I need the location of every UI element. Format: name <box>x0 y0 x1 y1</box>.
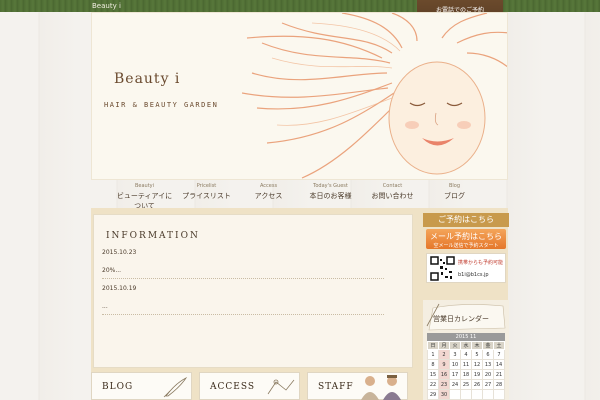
flowing-hair-face-illustration <box>242 13 507 179</box>
calendar-day: 17 <box>449 369 461 380</box>
staff-photo <box>361 375 401 400</box>
nav-item-label[interactable]: お問い合わせ <box>362 191 424 201</box>
mobile-qr-box[interactable]: 携帯からも予約可能 b1i@b1cs.jp <box>426 253 506 283</box>
site-header-bar: Beauty i <box>0 0 600 12</box>
calendar-day: 16 <box>438 369 450 380</box>
hero-banner: Beauty i HAIR & BEAUTY GARDEN <box>91 12 508 180</box>
calendar-day: 10 <box>449 359 461 370</box>
nav-item-todays-guest[interactable]: Today's Guest 本日のお客様 <box>300 183 362 205</box>
weekday-label: 水 <box>460 341 472 350</box>
weekday-label: 火 <box>449 341 461 350</box>
map-icon <box>267 379 295 395</box>
mail-button-label[interactable]: メール予約はこちら <box>426 229 506 242</box>
nav-item-en: Contact <box>382 183 403 189</box>
calendar-day: 8 <box>427 359 439 370</box>
calendar-day: 2 <box>438 349 450 360</box>
calendar-day: 9 <box>438 359 450 370</box>
calendar-day <box>482 389 494 400</box>
qr-caption: 携帯からも予約可能 <box>458 260 504 266</box>
site-tagline: HAIR & BEAUTY GARDEN <box>104 101 219 109</box>
mail-reservation-button[interactable]: メール予約はこちら 空メール送信で予約スタート <box>426 229 506 249</box>
calendar-day: 27 <box>482 379 494 390</box>
access-card-title[interactable]: ACCESS <box>210 382 255 392</box>
calendar-day <box>449 389 461 400</box>
quill-icon <box>163 376 188 398</box>
calendar-day <box>493 389 505 400</box>
weekday-label: 日 <box>427 341 439 350</box>
news-item[interactable]: 2015.10.23 20%... <box>102 249 384 279</box>
nav-item-label[interactable]: 本日のお客様 <box>300 191 362 201</box>
calendar-day: 11 <box>460 359 472 370</box>
mail-button-sub: 空メール送信で予約スタート <box>433 243 499 249</box>
calendar-day: 1 <box>427 349 439 360</box>
weekday-label: 土 <box>493 341 505 350</box>
calendar-day: 29 <box>427 389 439 400</box>
reservation-sidebar: ご予約はこちら メール予約はこちら 空メール送信で予約スタート 携帯からも予約可… <box>423 213 509 283</box>
weekday-label: 金 <box>482 341 494 350</box>
nav-item-label[interactable]: ブログ <box>424 191 486 201</box>
qr-code-icon <box>430 256 455 281</box>
calendar-day: 12 <box>471 359 483 370</box>
calendar-day: 13 <box>482 359 494 370</box>
nav-item-blog[interactable]: Blog ブログ <box>424 183 486 205</box>
calendar-day <box>460 389 472 400</box>
nav-item-label[interactable]: プライスリスト <box>176 191 238 201</box>
news-body[interactable]: 20%... <box>102 267 384 279</box>
calendar-day: 19 <box>471 369 483 380</box>
blog-card[interactable]: BLOG <box>91 372 192 400</box>
calendar-day: 4 <box>460 349 472 360</box>
nav-item-en: Pricelist <box>196 183 217 189</box>
calendar-grid: 2015 11 日 月 火 水 木 金 土 1 2 3 4 5 6 7 8 9 … <box>427 333 505 400</box>
calendar-day: 15 <box>427 369 439 380</box>
access-card[interactable]: ACCESS <box>199 372 300 400</box>
news-date: 2015.10.19 <box>102 285 137 292</box>
nav-item-pricelist[interactable]: Pricelist プライスリスト <box>176 183 238 205</box>
nav-item-about[interactable]: Beautyi ビューティアイについて <box>114 183 176 210</box>
nav-item-en: Blog <box>448 183 461 189</box>
calendar-day: 26 <box>471 379 483 390</box>
staff-card-title[interactable]: STAFF <box>318 382 354 392</box>
calendar-day: 6 <box>482 349 494 360</box>
main-navigation: Beautyi ビューティアイについて Pricelist プライスリスト Ac… <box>91 183 508 210</box>
site-logo[interactable]: Beauty i <box>114 71 180 87</box>
nav-item-contact[interactable]: Contact お問い合わせ <box>362 183 424 205</box>
information-panel: INFORMATION 2015.10.23 20%... 2015.10.19… <box>93 214 413 368</box>
calendar-day: 25 <box>460 379 472 390</box>
calendar-day: 7 <box>493 349 505 360</box>
site-name[interactable]: Beauty i <box>92 2 121 10</box>
calendar-day: 30 <box>438 389 450 400</box>
calendar-day: 3 <box>449 349 461 360</box>
weekday-label: 木 <box>471 341 483 350</box>
feature-cards: BLOG ACCESS STAFF <box>91 372 416 400</box>
calendar-day: 20 <box>482 369 494 380</box>
nav-item-access[interactable]: Access アクセス <box>238 183 300 205</box>
news-item[interactable]: 2015.10.19 ... <box>102 285 384 315</box>
calendar-title: 営業日カレンダー <box>433 315 489 323</box>
calendar-day: 14 <box>493 359 505 370</box>
news-date: 2015.10.23 <box>102 249 137 256</box>
nav-item-en: Access <box>259 183 278 189</box>
calendar-month: 2015 11 <box>427 333 505 341</box>
calendar-day: 23 <box>438 379 450 390</box>
weekday-label: 月 <box>438 341 450 350</box>
nav-item-en: Beautyi <box>134 183 155 189</box>
calendar-day: 21 <box>493 369 505 380</box>
blog-card-title[interactable]: BLOG <box>102 382 133 392</box>
calendar-day <box>471 389 483 400</box>
news-body[interactable]: ... <box>102 303 384 315</box>
qr-url[interactable]: b1i@b1cs.jp <box>458 272 489 278</box>
calendar-day: 28 <box>493 379 505 390</box>
staff-card[interactable]: STAFF <box>307 372 408 400</box>
nav-item-en: Today's Guest <box>313 183 348 189</box>
calendar-day: 18 <box>460 369 472 380</box>
calendar-day: 5 <box>471 349 483 360</box>
calendar-day: 24 <box>449 379 461 390</box>
information-title: INFORMATION <box>106 231 200 241</box>
reserve-title: ご予約はこちら <box>423 213 509 227</box>
nav-item-label[interactable]: アクセス <box>238 191 300 201</box>
calendar-day: 22 <box>427 379 439 390</box>
business-calendar: 営業日カレンダー 2015 11 日 月 火 水 木 金 土 1 2 3 4 5… <box>423 300 509 400</box>
